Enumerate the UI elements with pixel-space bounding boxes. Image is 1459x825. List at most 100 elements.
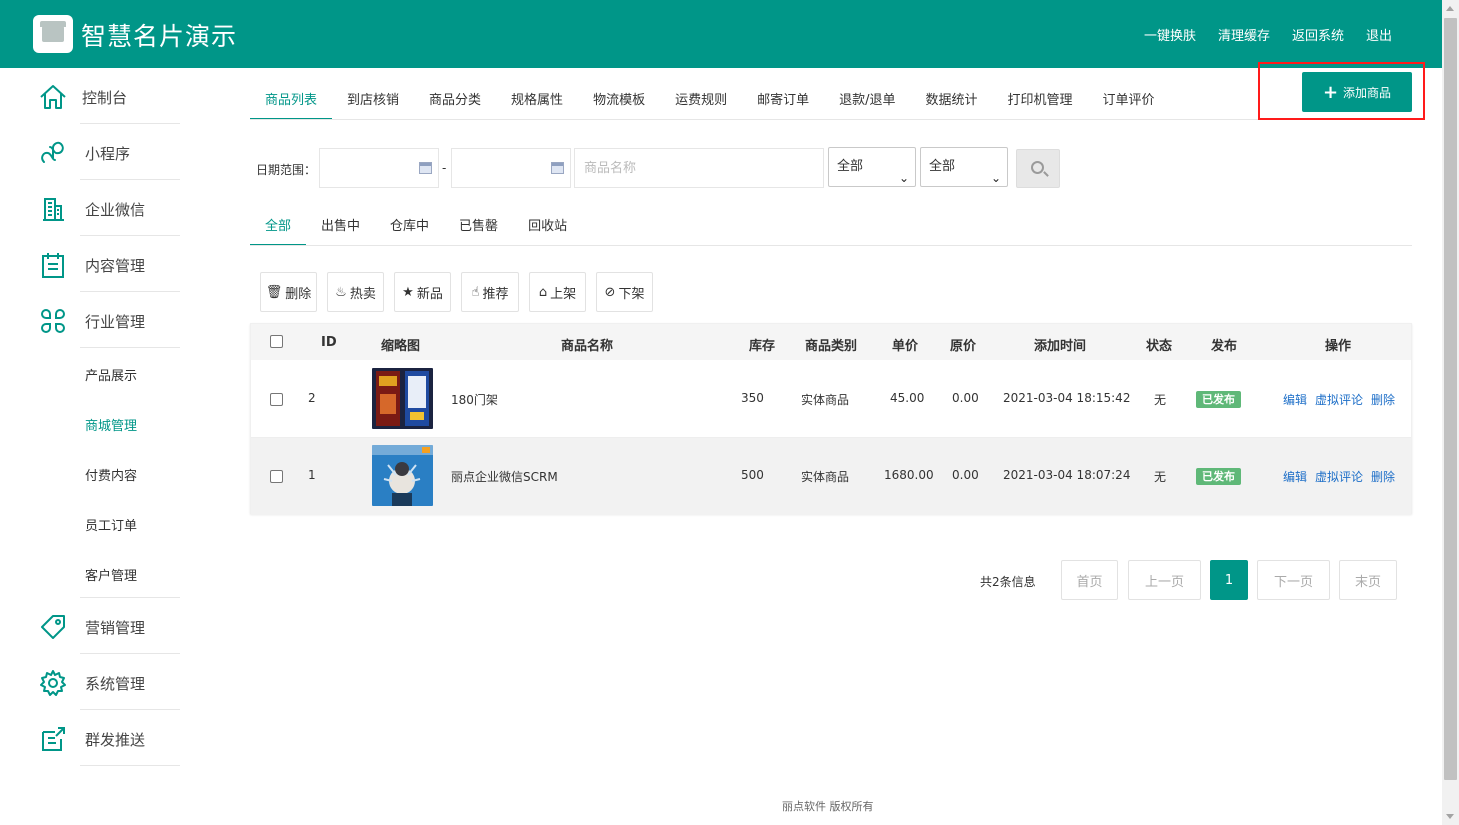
- sidebar-sub-customers[interactable]: 客户管理: [85, 565, 137, 584]
- virtual-review-link[interactable]: 虚拟评论: [1315, 391, 1363, 408]
- row-id: 2: [308, 391, 316, 405]
- sidebar-item-marketing[interactable]: 营销管理: [0, 598, 220, 654]
- app-title: 智慧名片演示: [81, 22, 238, 51]
- row-category: 实体商品: [801, 393, 850, 407]
- chevron-down-icon: ⌄: [990, 171, 1001, 185]
- clipboard-icon: [42, 253, 64, 278]
- logout-link[interactable]: 退出: [1366, 25, 1392, 44]
- end-date-input[interactable]: [451, 148, 571, 188]
- tab-on-sale[interactable]: 出售中: [306, 214, 375, 246]
- status-tabs: 全部 出售中 仓库中 已售罄 回收站: [250, 214, 582, 246]
- new-button[interactable]: ★ 新品: [394, 272, 451, 312]
- col-name: 商品名称: [561, 339, 614, 354]
- status-select[interactable]: 全部 ⌄: [920, 147, 1008, 187]
- tab-sold-out[interactable]: 已售罄: [444, 214, 513, 246]
- col-status: 状态: [1146, 339, 1173, 354]
- tab-warehouse[interactable]: 仓库中: [375, 214, 444, 246]
- row-checkbox[interactable]: [270, 393, 283, 406]
- row-orig-price: 0.00: [952, 468, 979, 482]
- prev-page-button[interactable]: 上一页: [1128, 560, 1201, 600]
- tab-recycle[interactable]: 回收站: [513, 214, 582, 246]
- tab-product-list[interactable]: 商品列表: [250, 88, 333, 120]
- skin-link[interactable]: 一键换肤: [1144, 25, 1196, 44]
- category-select[interactable]: 全部 ⌄: [828, 147, 916, 187]
- sidebar-item-label: 系统管理: [85, 675, 146, 693]
- tab-spec[interactable]: 规格属性: [496, 88, 578, 120]
- tab-reviews[interactable]: 订单评价: [1088, 88, 1170, 120]
- edit-link[interactable]: 编辑: [1283, 468, 1307, 485]
- current-page-button[interactable]: 1: [1210, 560, 1248, 600]
- new-label: 新品: [416, 286, 443, 302]
- sidebar-item-system[interactable]: 系统管理: [0, 654, 220, 710]
- tab-logistics[interactable]: 物流模板: [578, 88, 660, 120]
- search-button[interactable]: [1016, 149, 1060, 188]
- delete-link[interactable]: 删除: [1371, 391, 1395, 408]
- product-table: ID 缩略图 商品名称 库存 商品类别 单价 原价 添加时间 状态 发布 操作 …: [250, 323, 1412, 515]
- sidebar-sub-staff-orders[interactable]: 员工订单: [85, 515, 137, 534]
- next-page-button[interactable]: 下一页: [1257, 560, 1330, 600]
- add-product-button[interactable]: + 添加商品: [1302, 72, 1412, 112]
- calendar-icon: [551, 162, 564, 174]
- recommend-button[interactable]: ☝ 推荐: [461, 272, 519, 312]
- sidebar-sub-product-display[interactable]: 产品展示: [85, 365, 137, 384]
- add-product-label: 添加商品: [1343, 85, 1392, 100]
- scroll-thumb[interactable]: [1444, 18, 1457, 780]
- eye-slash-icon: ⊘: [604, 284, 616, 300]
- published-badge: 已发布: [1196, 468, 1241, 485]
- sidebar-item-content[interactable]: 内容管理: [0, 236, 220, 292]
- row-price: 1680.00: [884, 468, 934, 482]
- tabs-divider: [250, 119, 1412, 120]
- tab-category[interactable]: 商品分类: [414, 88, 496, 120]
- tab-mail-orders[interactable]: 邮寄订单: [742, 88, 824, 120]
- product-thumbnail: [372, 445, 433, 506]
- gear-icon: [40, 670, 66, 696]
- row-category: 实体商品: [801, 470, 850, 484]
- sidebar-item-broadcast[interactable]: 群发推送: [0, 710, 220, 766]
- date-dash: -: [442, 161, 447, 175]
- sidebar-item-miniprogram[interactable]: 小程序: [0, 124, 220, 180]
- delist-label: 下架: [618, 286, 645, 302]
- table-row: 1 丽点企业微信SCRM 500 实体商品 1680.00 0.00 2021-…: [251, 438, 1411, 515]
- row-name: 180门架: [451, 393, 498, 407]
- sidebar-item-dashboard[interactable]: 控制台: [0, 68, 220, 124]
- sidebar-sub-paid-content[interactable]: 付费内容: [85, 465, 137, 484]
- scroll-up-icon[interactable]: [1446, 6, 1454, 11]
- hot-button[interactable]: ♨ 热卖: [327, 272, 384, 312]
- delete-link[interactable]: 删除: [1371, 468, 1395, 485]
- virtual-review-link[interactable]: 虚拟评论: [1315, 468, 1363, 485]
- tab-all[interactable]: 全部: [250, 214, 307, 246]
- footer: 丽点软件 版权所有: [0, 778, 1442, 825]
- sidebar-sub-mall[interactable]: 商城管理: [85, 415, 137, 434]
- first-page-button[interactable]: 首页: [1061, 560, 1118, 600]
- col-price: 单价: [892, 339, 919, 354]
- table-header: ID 缩略图 商品名称 库存 商品类别 单价 原价 添加时间 状态 发布 操作: [251, 324, 1411, 360]
- last-page-button[interactable]: 末页: [1339, 560, 1397, 600]
- share-icon: [42, 727, 65, 751]
- hot-label: 热卖: [349, 286, 376, 302]
- select-all-checkbox[interactable]: [270, 335, 283, 348]
- tab-refund[interactable]: 退款/退单: [824, 88, 910, 120]
- row-name: 丽点企业微信SCRM: [451, 470, 558, 484]
- edit-link[interactable]: 编辑: [1283, 391, 1307, 408]
- scroll-down-icon[interactable]: [1446, 814, 1454, 819]
- tab-store-verify[interactable]: 到店核销: [332, 88, 414, 120]
- category-select-value: 全部: [837, 159, 864, 174]
- fire-icon: ♨: [335, 284, 347, 300]
- vertical-scrollbar[interactable]: [1442, 0, 1459, 825]
- tab-printer[interactable]: 打印机管理: [993, 88, 1088, 120]
- product-name-input[interactable]: [574, 148, 824, 188]
- clear-cache-link[interactable]: 清理缓存: [1218, 25, 1270, 44]
- row-checkbox[interactable]: [270, 470, 283, 483]
- sidebar-item-label: 行业管理: [85, 313, 146, 331]
- sidebar: 控制台 小程序 企业微信 内容管理 行业管理 产品展示 商城管理 付费内容 员工…: [0, 68, 220, 778]
- tab-freight[interactable]: 运费规则: [660, 88, 742, 120]
- sidebar-item-industry[interactable]: 行业管理: [0, 292, 220, 348]
- delist-button[interactable]: ⊘ 下架: [596, 272, 653, 312]
- list-button[interactable]: ⌂ 上架: [529, 272, 586, 312]
- start-date-input[interactable]: [319, 148, 439, 188]
- status-select-value: 全部: [929, 159, 956, 174]
- back-system-link[interactable]: 返回系统: [1292, 25, 1344, 44]
- delete-button[interactable]: 🗑 删除: [260, 272, 317, 312]
- sidebar-item-wecom[interactable]: 企业微信: [0, 180, 220, 236]
- tab-stats[interactable]: 数据统计: [911, 88, 993, 120]
